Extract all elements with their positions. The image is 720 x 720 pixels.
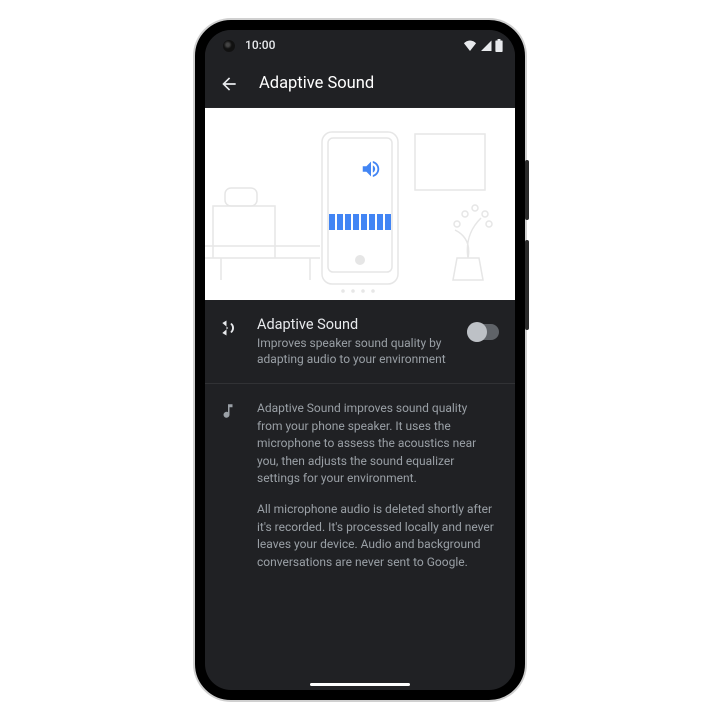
setting-title: Adaptive Sound <box>257 316 451 333</box>
phone-frame: 10:00 Adaptive Sound <box>195 20 525 700</box>
battery-icon <box>495 39 503 52</box>
cellular-signal-icon <box>480 40 492 51</box>
phone-side-button <box>525 240 529 330</box>
info-paragraph-2: All microphone audio is deleted shortly … <box>257 501 495 571</box>
wifi-icon <box>463 40 477 51</box>
phone-side-button <box>525 160 529 220</box>
room-line-art <box>205 108 515 300</box>
setting-subtitle: Improves speaker sound quality by adapti… <box>257 335 451 367</box>
info-section: Adaptive Sound improves sound quality fr… <box>205 384 515 587</box>
gesture-nav-bar[interactable] <box>310 683 410 686</box>
phone-screen: 10:00 Adaptive Sound <box>205 30 515 690</box>
punch-hole-camera <box>223 40 235 52</box>
status-bar: 10:00 <box>205 30 515 60</box>
info-paragraph-1: Adaptive Sound improves sound quality fr… <box>257 400 495 487</box>
adaptive-sound-setting-row[interactable]: Adaptive Sound Improves speaker sound qu… <box>205 300 515 384</box>
equalizer-bars <box>329 214 391 230</box>
back-button[interactable] <box>219 74 239 94</box>
surround-sound-icon <box>219 318 241 342</box>
hero-illustration <box>205 108 515 300</box>
music-note-icon <box>219 402 241 571</box>
status-time: 10:00 <box>245 38 275 52</box>
page-title: Adaptive Sound <box>259 74 374 93</box>
app-bar: Adaptive Sound <box>205 60 515 108</box>
adaptive-sound-toggle[interactable] <box>467 324 499 340</box>
